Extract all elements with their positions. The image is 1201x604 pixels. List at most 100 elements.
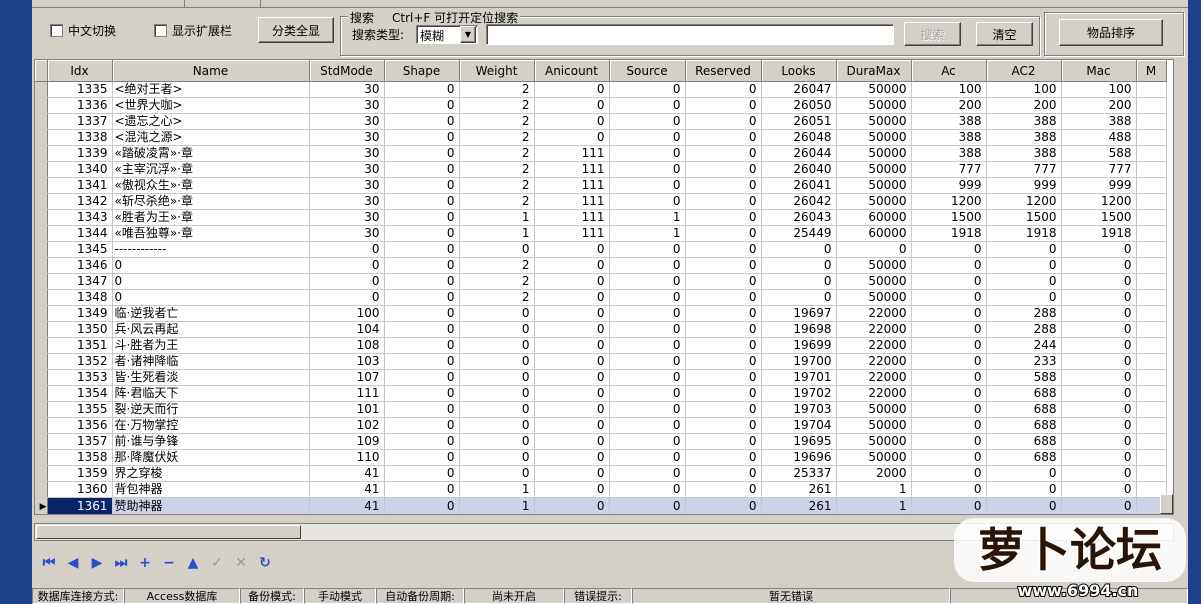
cell-reserved[interactable]: 0: [685, 481, 762, 498]
cell-anicount[interactable]: 0: [534, 273, 610, 290]
cell-looks[interactable]: 19700: [761, 353, 837, 370]
cell-weight[interactable]: 2: [459, 193, 535, 210]
cell-name[interactable]: <世界大咖>: [112, 97, 310, 114]
cell-ac[interactable]: 0: [911, 353, 987, 370]
cell-idx[interactable]: 1338: [47, 129, 113, 146]
cell-name[interactable]: «斩尽杀绝»·章: [112, 193, 310, 210]
cell-duramax[interactable]: 22000: [836, 385, 912, 402]
table-row[interactable]: 1339 «踏破凌霄»·章 30 0 2 111 0 0 26044 50000 388 388 588: [35, 145, 1167, 162]
cell-ac[interactable]: 0: [911, 433, 987, 450]
cell-name[interactable]: 斗·胜者为王: [112, 337, 310, 354]
cell-name[interactable]: «主宰沉浮»·章: [112, 161, 310, 178]
cell-source[interactable]: 0: [609, 257, 686, 274]
cell-looks[interactable]: 26042: [761, 193, 837, 210]
cell-idx[interactable]: 1339: [47, 145, 113, 162]
checkbox-box[interactable]: [50, 23, 63, 37]
column-header-name[interactable]: Name: [112, 60, 310, 82]
cell-m[interactable]: [1136, 353, 1167, 370]
cell-m[interactable]: [1136, 273, 1167, 290]
cell-idx[interactable]: 1353: [47, 369, 113, 386]
cell-weight[interactable]: 2: [459, 129, 535, 146]
column-header-ac2[interactable]: AC2: [986, 60, 1062, 82]
table-row[interactable]: 1354 阵·君临天下 111 0 0 0 0 0 19702 22000 0 688 0: [35, 385, 1167, 402]
cell-ac[interactable]: 0: [911, 273, 987, 290]
refresh-icon[interactable]: ↻: [256, 554, 274, 572]
cell-source[interactable]: 0: [609, 145, 686, 162]
cell-name[interactable]: 界之穿梭: [112, 465, 310, 482]
cell-stdmode[interactable]: 108: [309, 337, 385, 354]
cell-ac[interactable]: 388: [911, 145, 987, 162]
cell-weight[interactable]: 0: [459, 401, 535, 418]
cell-anicount[interactable]: 111: [534, 161, 610, 178]
cell-idx[interactable]: 1359: [47, 465, 113, 482]
cell-weight[interactable]: 0: [459, 369, 535, 386]
cell-shape[interactable]: 0: [384, 289, 460, 306]
cell-looks[interactable]: 0: [761, 241, 837, 258]
cell-weight[interactable]: 2: [459, 81, 535, 98]
cell-shape[interactable]: 0: [384, 241, 460, 258]
cell-source[interactable]: 0: [609, 465, 686, 482]
cell-duramax[interactable]: 50000: [836, 81, 912, 98]
cell-anicount[interactable]: 111: [534, 177, 610, 194]
cell-looks[interactable]: 19703: [761, 401, 837, 418]
column-header-weight[interactable]: Weight: [459, 60, 535, 82]
cell-ac[interactable]: 1200: [911, 193, 987, 210]
cell-name[interactable]: 赞助神器: [112, 497, 310, 514]
cell-stdmode[interactable]: 30: [309, 97, 385, 114]
cell-ac2[interactable]: 288: [986, 305, 1062, 322]
cell-anicount[interactable]: 0: [534, 289, 610, 306]
cell-ac2[interactable]: 288: [986, 321, 1062, 338]
cell-duramax[interactable]: 50000: [836, 289, 912, 306]
cell-duramax[interactable]: 1: [836, 497, 912, 514]
cell-weight[interactable]: 2: [459, 273, 535, 290]
column-header-shape[interactable]: Shape: [384, 60, 460, 82]
cell-reserved[interactable]: 0: [685, 209, 762, 226]
cell-shape[interactable]: 0: [384, 497, 460, 514]
cell-looks[interactable]: 26048: [761, 129, 837, 146]
cell-stdmode[interactable]: 103: [309, 353, 385, 370]
cell-reserved[interactable]: 0: [685, 401, 762, 418]
cell-ac[interactable]: 0: [911, 289, 987, 306]
cell-duramax[interactable]: 22000: [836, 305, 912, 322]
cell-looks[interactable]: 19695: [761, 433, 837, 450]
cell-ac2[interactable]: 0: [986, 481, 1062, 498]
cell-stdmode[interactable]: 30: [309, 209, 385, 226]
cell-mac[interactable]: 388: [1061, 113, 1137, 130]
table-row[interactable]: 1352 者·诸神降临 103 0 0 0 0 0 19700 22000 0 233 0: [35, 353, 1167, 370]
cell-reserved[interactable]: 0: [685, 241, 762, 258]
table-row[interactable]: 1349 临·逆我者亡 100 0 0 0 0 0 19697 22000 0 288 0: [35, 305, 1167, 322]
cell-source[interactable]: 0: [609, 113, 686, 130]
cell-duramax[interactable]: 50000: [836, 129, 912, 146]
cell-ac2[interactable]: 999: [986, 177, 1062, 194]
cell-ac2[interactable]: 777: [986, 161, 1062, 178]
table-row[interactable]: 1336 <世界大咖> 30 0 2 0 0 0 26050 50000 200 200 200: [35, 97, 1167, 114]
cell-name[interactable]: 皆·生死看淡: [112, 369, 310, 386]
column-header-reserved[interactable]: Reserved: [685, 60, 762, 82]
cell-ac[interactable]: 0: [911, 257, 987, 274]
cell-shape[interactable]: 0: [384, 113, 460, 130]
cell-m[interactable]: [1136, 241, 1167, 258]
cell-shape[interactable]: 0: [384, 433, 460, 450]
clear-button[interactable]: 清空: [976, 22, 1033, 46]
column-header-source[interactable]: Source: [609, 60, 686, 82]
cell-stdmode[interactable]: 30: [309, 225, 385, 242]
cell-anicount[interactable]: 111: [534, 209, 610, 226]
cell-reserved[interactable]: 0: [685, 81, 762, 98]
cell-source[interactable]: 0: [609, 81, 686, 98]
cell-weight[interactable]: 2: [459, 257, 535, 274]
cell-m[interactable]: [1136, 401, 1167, 418]
cell-ac2[interactable]: 688: [986, 433, 1062, 450]
cell-looks[interactable]: 19698: [761, 321, 837, 338]
horizontal-scroll-thumb[interactable]: [36, 525, 301, 539]
cell-duramax[interactable]: 50000: [836, 433, 912, 450]
cell-anicount[interactable]: 0: [534, 481, 610, 498]
cell-stdmode[interactable]: 0: [309, 289, 385, 306]
cell-ac2[interactable]: 0: [986, 289, 1062, 306]
cell-idx[interactable]: 1357: [47, 433, 113, 450]
cell-name[interactable]: 阵·君临天下: [112, 385, 310, 402]
cell-looks[interactable]: 19704: [761, 417, 837, 434]
cell-mac[interactable]: 0: [1061, 353, 1137, 370]
cell-looks[interactable]: 26044: [761, 145, 837, 162]
cell-ac[interactable]: 1500: [911, 209, 987, 226]
cell-source[interactable]: 0: [609, 385, 686, 402]
